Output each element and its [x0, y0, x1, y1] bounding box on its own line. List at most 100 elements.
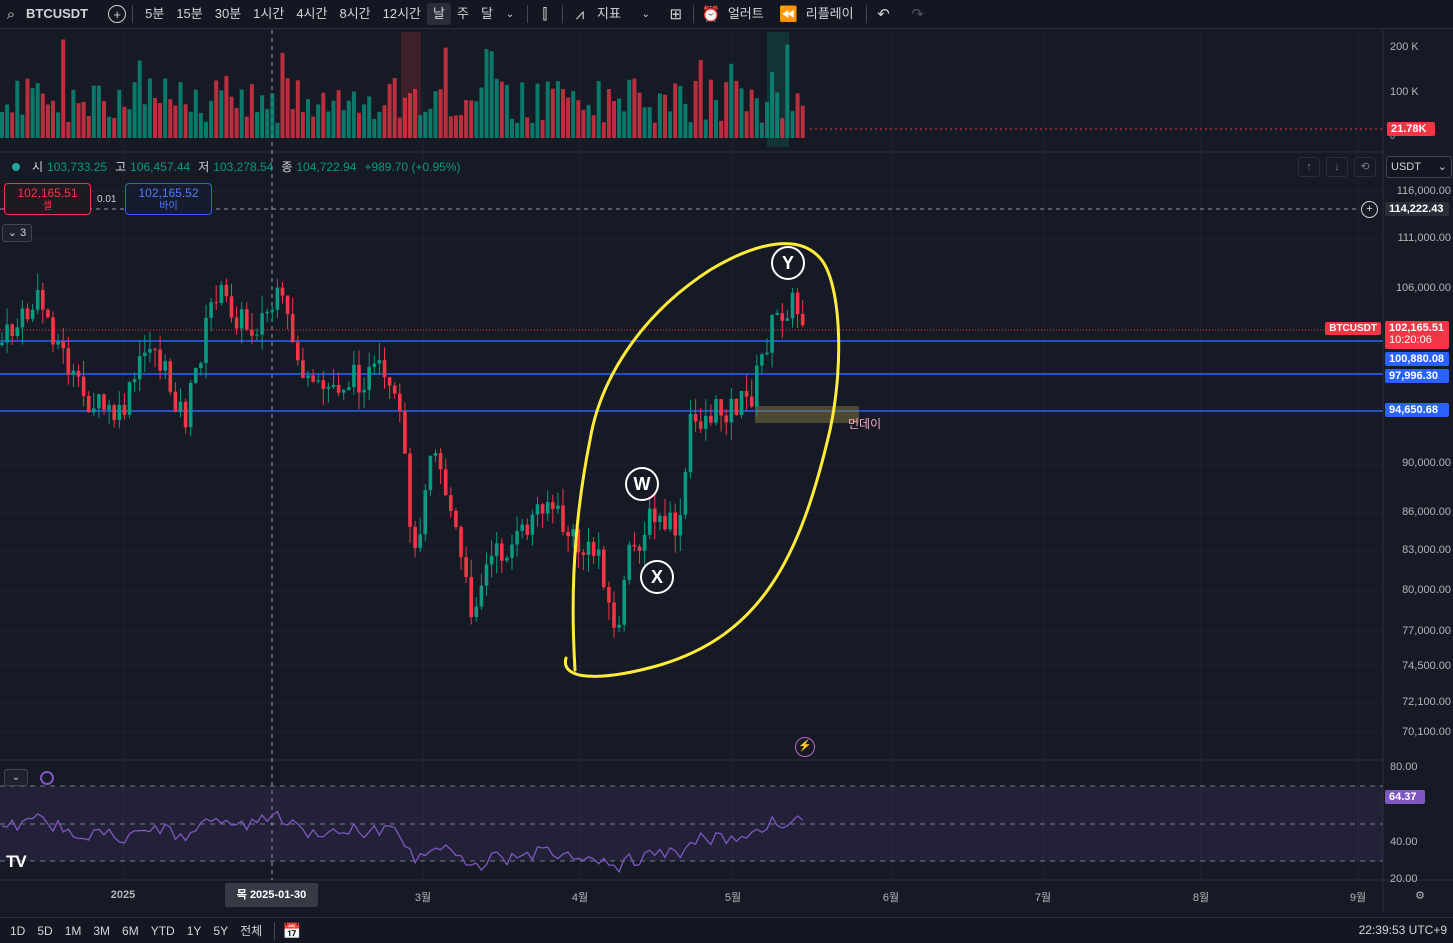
candle-body — [617, 624, 621, 628]
open-value: 103,733.25 — [47, 159, 108, 174]
volume-bar — [10, 112, 15, 138]
candle-body — [642, 534, 647, 551]
range-1d[interactable]: 1D — [0, 924, 31, 938]
volume-bar — [336, 90, 341, 138]
candle-body — [173, 391, 178, 412]
range-1y[interactable]: 1Y — [181, 924, 208, 938]
candle-body — [510, 544, 514, 558]
candle-body — [438, 453, 443, 470]
price-chart[interactable] — [0, 0, 1453, 943]
candle-body — [41, 289, 45, 310]
range-ytd[interactable]: YTD — [145, 924, 181, 938]
candle-body — [571, 529, 575, 537]
volume-bar — [729, 63, 734, 138]
candle-body — [239, 309, 244, 329]
volume-bar — [612, 101, 616, 138]
volume-bar — [331, 100, 336, 138]
candle-body — [194, 368, 198, 383]
volume-bar — [413, 88, 418, 138]
range-all[interactable]: 전체 — [234, 922, 268, 939]
volume-bar — [479, 87, 484, 138]
volume-bar — [168, 99, 173, 138]
scroll-up-icon[interactable]: ↑ — [1298, 157, 1320, 177]
hline-price-tag: 97,996.30 — [1385, 369, 1449, 383]
buy-button[interactable]: 102,165.52 바이 — [125, 183, 212, 215]
volume-bar — [239, 89, 244, 138]
candle-body — [443, 469, 448, 496]
volume-bar — [285, 78, 290, 138]
candle-body — [321, 380, 326, 389]
volume-bar — [372, 118, 377, 138]
sell-button[interactable]: 102,165.51 셀 — [4, 183, 91, 215]
volume-bar — [45, 104, 50, 138]
candle-body — [607, 587, 611, 603]
volume-bar — [316, 104, 321, 138]
lightning-alert-icon[interactable]: ⚡ — [795, 737, 815, 757]
candle-body — [316, 380, 320, 382]
candle-body — [800, 314, 805, 326]
volume-bar — [734, 80, 739, 138]
volume-bar — [790, 111, 795, 138]
candle-body — [326, 387, 331, 389]
indicator-collapse-button[interactable]: ⌄ 3 — [2, 224, 32, 242]
range-1m[interactable]: 1M — [59, 924, 88, 938]
candle-body — [469, 577, 473, 618]
settings-gear-icon[interactable]: ⚙ — [1415, 889, 1425, 902]
candle-body — [183, 401, 188, 428]
candle-body — [352, 364, 356, 388]
time-axis-label: 8월 — [1192, 892, 1210, 904]
volume-bar — [178, 82, 183, 138]
time-axis-label: 4월 — [571, 892, 589, 904]
rsi-collapse-button[interactable]: ⌄ — [4, 769, 28, 786]
add-alert-icon[interactable]: + — [1361, 201, 1378, 218]
currency-select[interactable]: USDT ⌄ — [1386, 156, 1452, 178]
calendar-icon[interactable]: 📅 — [281, 920, 303, 942]
rsi-axis-label: 20.00 — [1390, 873, 1418, 885]
volume-bar — [35, 83, 40, 138]
reset-icon[interactable]: ⟲ — [1354, 157, 1376, 177]
candle-body — [66, 348, 71, 375]
spread-value: 0.01 — [97, 194, 117, 205]
candle-body — [734, 398, 739, 416]
candle-body — [515, 530, 519, 545]
volume-bar — [188, 111, 193, 138]
crosshair-time-label: 목 2025-01-30 — [225, 883, 318, 907]
candle-body — [688, 413, 693, 473]
candle-body — [270, 309, 275, 312]
volume-bar — [229, 96, 234, 138]
volume-bar — [25, 78, 30, 138]
candle-body — [265, 311, 269, 314]
candle-body — [372, 363, 377, 367]
candle-body — [459, 527, 463, 558]
rsi-axis-label: 80.00 — [1390, 761, 1418, 773]
volume-bar — [163, 78, 168, 138]
volume-bar — [122, 106, 127, 138]
candle-body — [255, 334, 259, 336]
candle-body — [392, 385, 397, 394]
rsi-settings-icon[interactable] — [40, 771, 54, 785]
candle-body — [260, 313, 264, 335]
volume-bar — [183, 104, 188, 138]
candle-body — [285, 295, 290, 315]
candle-body — [127, 382, 132, 415]
time-axis-label: 3월 — [414, 892, 432, 904]
divider — [274, 921, 276, 940]
candle-body — [653, 508, 657, 523]
volume-bar — [15, 80, 20, 138]
volume-bar — [275, 122, 280, 138]
range-3m[interactable]: 3M — [87, 924, 116, 938]
candle-body — [117, 404, 122, 421]
range-5d[interactable]: 5D — [31, 924, 58, 938]
candle-body — [494, 543, 499, 556]
range-5y[interactable]: 5Y — [207, 924, 234, 938]
volume-bar — [683, 103, 688, 138]
volume-bar — [561, 89, 565, 138]
volume-bar — [652, 122, 657, 138]
volume-bar — [770, 72, 775, 138]
candle-body — [30, 309, 35, 320]
scroll-down-icon[interactable]: ↓ — [1326, 157, 1348, 177]
price-axis-label: 90,000.00 — [1402, 457, 1451, 469]
indicator-count: 3 — [20, 227, 27, 239]
range-6m[interactable]: 6M — [116, 924, 145, 938]
volume-bar — [499, 81, 504, 138]
